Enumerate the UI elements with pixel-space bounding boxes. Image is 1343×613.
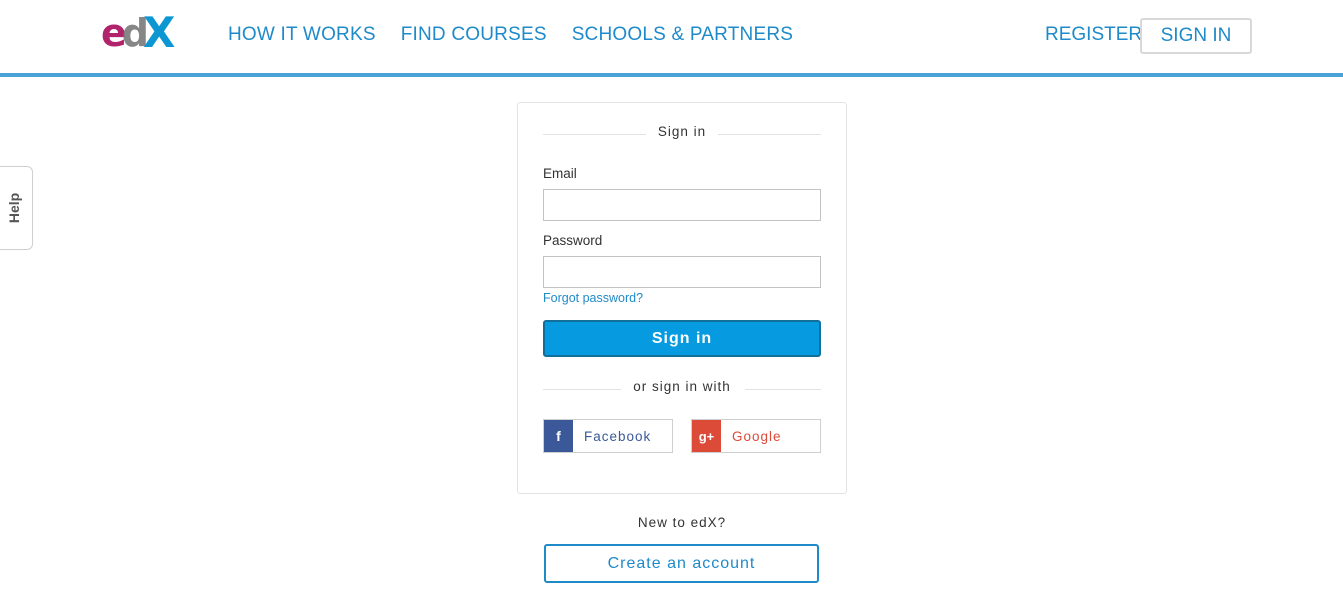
social-divider: or sign in with — [543, 379, 821, 399]
google-login-button[interactable]: g+ Google — [691, 419, 821, 453]
register-link[interactable]: REGISTER — [1045, 24, 1142, 46]
password-label: Password — [543, 233, 603, 248]
help-tab[interactable]: Help — [0, 166, 33, 250]
forgot-password-link[interactable]: Forgot password? — [543, 291, 643, 305]
sign-in-heading: Sign in — [543, 124, 821, 144]
help-label: Help — [6, 192, 22, 224]
or-sign-in-with-text: or sign in with — [623, 379, 741, 394]
email-field[interactable] — [543, 189, 821, 221]
google-label: Google — [732, 428, 782, 444]
new-to-edx-text: New to edX? — [637, 515, 727, 530]
facebook-icon: f — [544, 420, 573, 452]
facebook-login-button[interactable]: f Facebook — [543, 419, 673, 453]
sign-in-title: Sign in — [647, 124, 717, 139]
create-account-button[interactable]: Create an account — [544, 544, 819, 583]
sign-in-card: Sign in Email Password Forgot password? … — [517, 102, 847, 494]
password-field[interactable] — [543, 256, 821, 288]
email-label: Email — [543, 166, 577, 181]
google-plus-icon: g+ — [692, 420, 721, 452]
main-nav: HOW IT WORKS FIND COURSES SCHOOLS & PART… — [228, 24, 818, 46]
nav-find-courses[interactable]: FIND COURSES — [401, 24, 547, 46]
header-sign-in-button[interactable]: SIGN IN — [1140, 18, 1252, 54]
facebook-label: Facebook — [584, 428, 652, 444]
nav-how-it-works[interactable]: HOW IT WORKS — [228, 24, 376, 46]
sign-in-submit-button[interactable]: Sign in — [543, 320, 821, 357]
nav-schools-partners[interactable]: SCHOOLS & PARTNERS — [572, 24, 793, 46]
logo-letter-d: d — [121, 11, 149, 55]
edx-logo[interactable]: e d X — [101, 11, 175, 55]
site-header: e d X HOW IT WORKS FIND COURSES SCHOOLS … — [0, 0, 1343, 77]
